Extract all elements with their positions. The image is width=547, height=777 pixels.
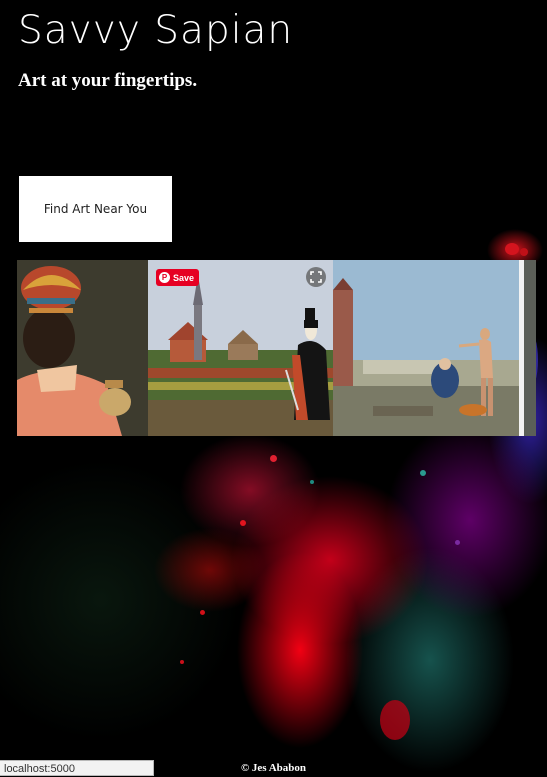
expand-button[interactable] [306, 267, 326, 287]
tagline: Art at your fingertips. [18, 70, 198, 91]
browser-status-url: localhost:5000 [0, 760, 154, 776]
site-title: Savvy Sapian [18, 8, 294, 53]
pinterest-icon: P [159, 272, 170, 283]
expand-icon [310, 271, 322, 283]
save-label: Save [173, 272, 195, 283]
find-art-near-you-button[interactable]: Find Art Near You [19, 176, 172, 242]
painting-portrait-with-turban[interactable] [17, 260, 148, 436]
painting-partial-edge[interactable] [519, 260, 536, 436]
pinterest-save-button[interactable]: P Save [156, 269, 200, 286]
painting-rooftop-bather[interactable] [333, 260, 519, 436]
art-gallery-carousel[interactable]: P Save [17, 260, 536, 436]
painting-tulip-field-duel[interactable] [148, 260, 333, 436]
